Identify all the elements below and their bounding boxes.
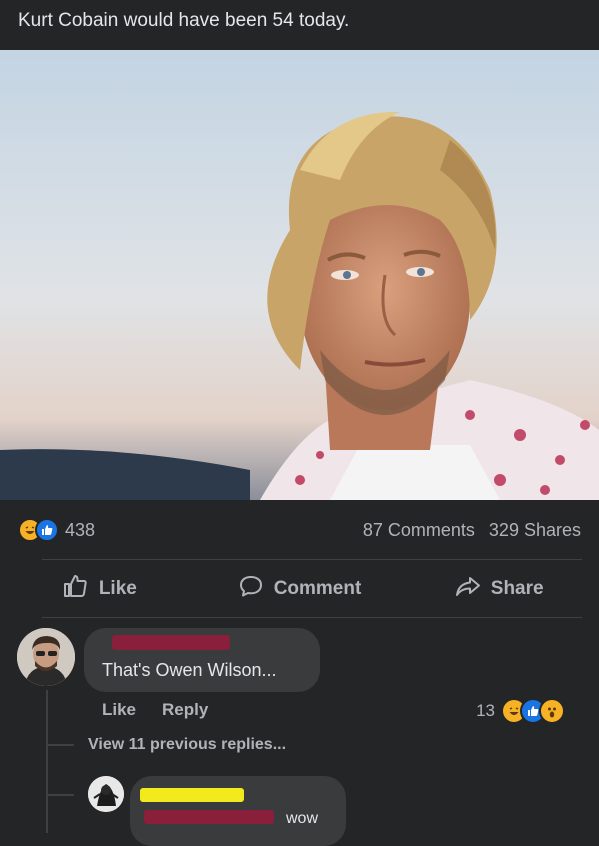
shares-count[interactable]: 329 Shares bbox=[489, 520, 581, 541]
comment-actions: Like Reply bbox=[102, 700, 208, 720]
thread-branch bbox=[46, 744, 74, 746]
redacted-text bbox=[144, 810, 274, 824]
comment-label: Comment bbox=[273, 578, 362, 599]
reaction-count: 438 bbox=[65, 519, 96, 540]
like-label: Like bbox=[98, 578, 137, 599]
share-icon bbox=[455, 574, 481, 604]
comment-text: That's Owen Wilson... bbox=[102, 660, 277, 680]
comment-reaction-count: 13 bbox=[476, 701, 495, 720]
comment-icon bbox=[238, 574, 264, 604]
wow-icon bbox=[539, 698, 565, 724]
share-button[interactable]: Share bbox=[399, 560, 599, 618]
like-button[interactable]: Like bbox=[0, 560, 200, 618]
comments-section: That's Owen Wilson... Like Reply 13 View… bbox=[0, 618, 599, 846]
thread-branch bbox=[46, 794, 74, 796]
comment-button[interactable]: Comment bbox=[200, 560, 400, 618]
post-photo[interactable] bbox=[0, 50, 599, 500]
comment-bubble[interactable]: That's Owen Wilson... bbox=[84, 628, 320, 692]
redacted-name bbox=[140, 788, 244, 802]
post-actions: Like Comment Share bbox=[0, 560, 599, 618]
comments-count[interactable]: 87 Comments bbox=[363, 520, 475, 541]
like-reaction-icon bbox=[35, 518, 59, 542]
view-previous-replies[interactable]: View 11 previous replies... bbox=[88, 736, 286, 754]
post-stats: 438 87 Comments 329 Shares bbox=[0, 500, 599, 560]
post-text: Kurt Cobain would have been 54 today. bbox=[18, 10, 350, 31]
reply-avatar[interactable] bbox=[88, 776, 124, 812]
reply-text: wow bbox=[286, 810, 319, 827]
redacted-name bbox=[112, 635, 230, 650]
reply-bubble[interactable]: wow bbox=[130, 776, 346, 846]
comment-like-button[interactable]: Like bbox=[102, 700, 136, 720]
engagement-counts: 87 Comments 329 Shares bbox=[363, 520, 581, 541]
comment-reactions[interactable]: 13 bbox=[476, 698, 565, 724]
reaction-summary[interactable]: 438 bbox=[18, 518, 95, 542]
share-label: Share bbox=[490, 578, 544, 599]
thumbs-up-icon bbox=[63, 574, 89, 604]
comment-reply-button[interactable]: Reply bbox=[162, 700, 208, 720]
thread-line bbox=[46, 690, 48, 833]
commenter-avatar[interactable] bbox=[17, 628, 75, 686]
